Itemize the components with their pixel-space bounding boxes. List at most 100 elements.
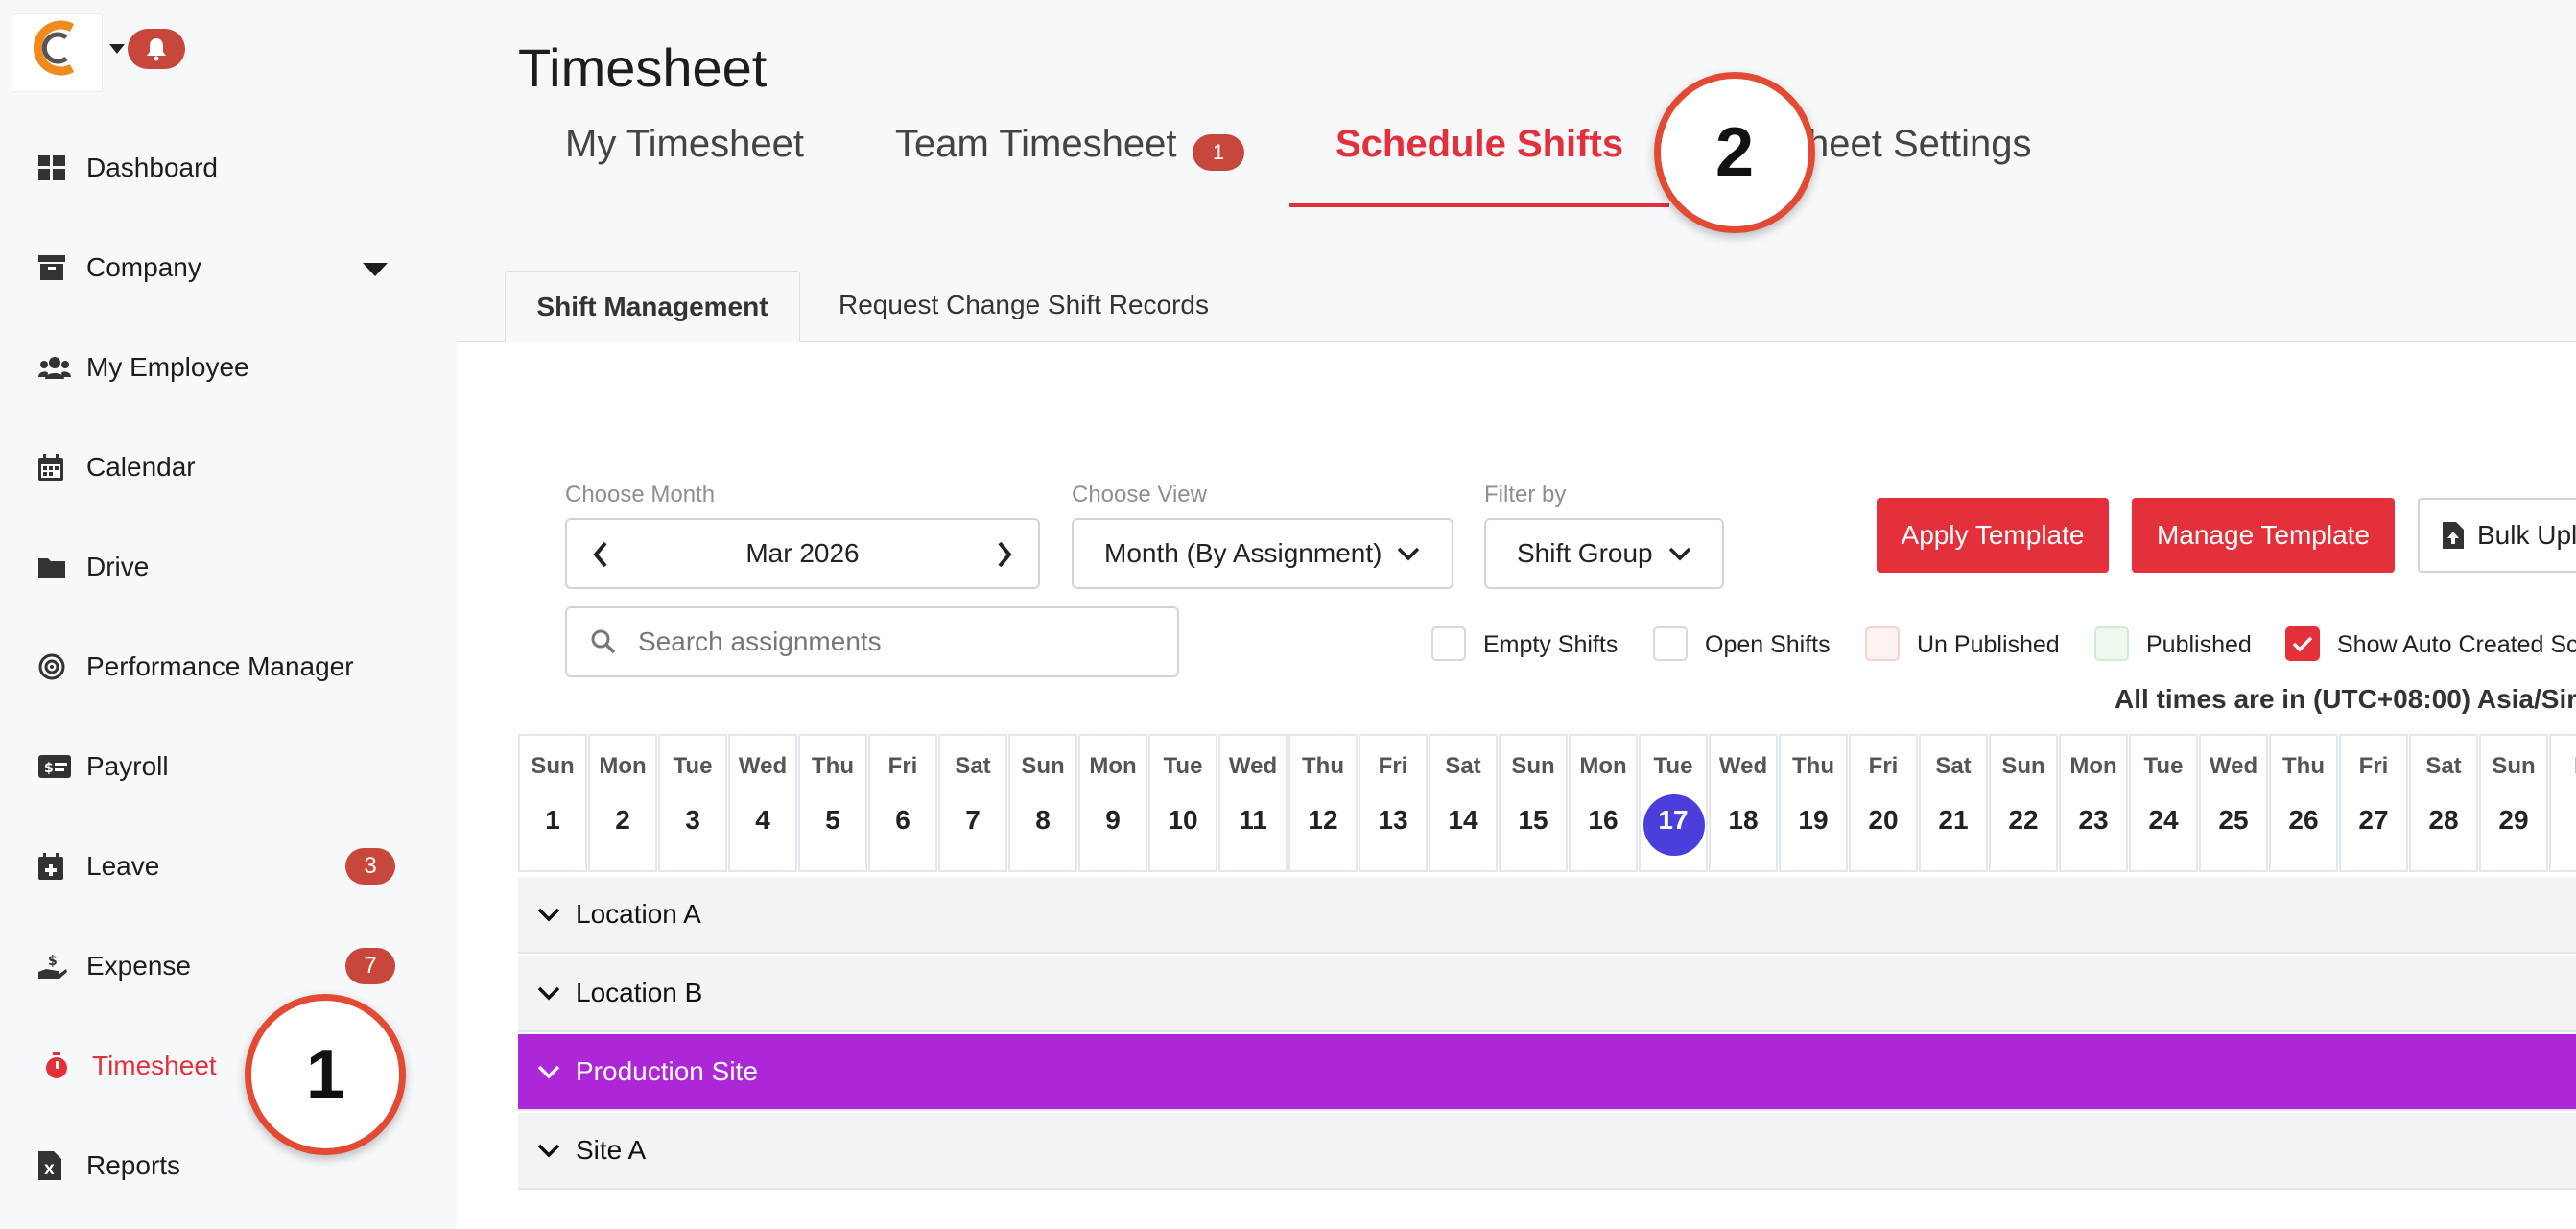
published-checkbox[interactable] <box>2094 626 2129 661</box>
logo-dropdown-icon[interactable] <box>109 44 125 54</box>
day-number: 20 <box>1868 805 1899 835</box>
calendar-day[interactable]: Wed 4 <box>728 734 797 872</box>
sidebar-item-leave[interactable]: Leave <box>38 838 159 895</box>
day-name: Sat <box>955 753 991 779</box>
shift-group-row[interactable]: Location B <box>518 956 2576 1032</box>
day-name: Sun <box>2001 753 2045 779</box>
show-auto-created-label: Show Auto Created Sch <box>2337 631 2576 658</box>
calendar-day[interactable]: M3 <box>2549 734 2576 872</box>
day-number: 6 <box>895 805 910 835</box>
tab-timesheet-settings[interactable]: heet Settings <box>1808 123 2032 166</box>
team-timesheet-badge: 1 <box>1193 134 1244 171</box>
subtab-request-change-shift-records[interactable]: Request Change Shift Records <box>839 290 1209 320</box>
calendar-day[interactable]: Sun 22 <box>1989 734 2058 872</box>
shift-group-label: Site A <box>576 1135 647 1165</box>
day-name: M <box>2551 753 2576 780</box>
day-name: Sun <box>1511 753 1555 779</box>
calendar-day[interactable]: Sun 1 <box>518 734 587 872</box>
company-logo[interactable] <box>12 13 103 92</box>
sidebar-item-performance-manager[interactable]: Performance Manager <box>38 638 354 696</box>
tab-team-timesheet[interactable]: Team Timesheet <box>895 123 1176 166</box>
tab-my-timesheet[interactable]: My Timesheet <box>565 123 804 166</box>
day-name: Tue <box>2143 753 2184 779</box>
sidebar-item-dashboard[interactable]: Dashboard <box>38 139 218 197</box>
chevron-down-icon[interactable] <box>522 1064 576 1079</box>
calendar-day[interactable]: Fri 6 <box>868 734 937 872</box>
open-shifts-checkbox[interactable] <box>1653 626 1688 661</box>
day-name: Wed <box>1228 753 1278 779</box>
filter-value: Shift Group <box>1517 538 1653 568</box>
show-auto-created-checkbox[interactable] <box>2285 626 2320 661</box>
day-number: 10 <box>1168 805 1198 835</box>
notifications-button[interactable] <box>128 29 185 69</box>
sidebar-item-my-employee[interactable]: My Employee <box>38 339 249 396</box>
filter-select[interactable]: Shift Group <box>1484 518 1724 589</box>
calendar-day[interactable]: Sat 28 <box>2409 734 2478 872</box>
subtab-shift-management[interactable]: Shift Management <box>505 271 800 342</box>
calendar-icon <box>38 451 75 484</box>
manage-template-button[interactable]: Manage Template <box>2132 498 2395 573</box>
day-name: Fri <box>1378 753 1408 779</box>
shift-group-row[interactable]: Site A <box>518 1113 2576 1190</box>
day-number: 18 <box>1728 805 1759 835</box>
calendar-day[interactable]: Tue 17 <box>1639 734 1708 872</box>
calendar-day[interactable]: Mon 23 <box>2059 734 2128 872</box>
calendar-day[interactable]: Mon 2 <box>588 734 657 872</box>
chevron-down-icon[interactable] <box>522 907 576 922</box>
calendar-day[interactable]: Sun 15 <box>1499 734 1568 872</box>
sidebar-item-payroll[interactable]: $ Payroll <box>38 738 169 795</box>
sidebar-item-reports[interactable]: X Reports <box>38 1137 180 1194</box>
calendar-day[interactable]: Thu 5 <box>798 734 867 872</box>
sidebar-item-company[interactable]: Company <box>38 239 201 296</box>
sidebar-item-drive[interactable]: Drive <box>38 538 149 596</box>
chevron-down-icon[interactable] <box>522 1143 576 1158</box>
calendar-day[interactable]: Sun 8 <box>1008 734 1077 872</box>
calendar-day[interactable]: Tue 10 <box>1148 734 1217 872</box>
view-select[interactable]: Month (By Assignment) <box>1072 518 1453 589</box>
sidebar-item-timesheet[interactable]: Timesheet <box>44 1037 217 1095</box>
day-number: 4 <box>755 805 770 835</box>
calendar-day[interactable]: Wed 18 <box>1709 734 1778 872</box>
tab-schedule-shifts[interactable]: Schedule Shifts <box>1335 123 1623 166</box>
chevron-left-icon[interactable] <box>592 541 609 575</box>
file-upload-icon <box>2443 522 2464 549</box>
apply-template-button[interactable]: Apply Template <box>1877 498 2109 573</box>
calendar-day[interactable]: Wed 11 <box>1218 734 1288 872</box>
calendar-day-strip: Sun 1 Mon 2 Tue 3 Wed 4 Thu 5 Fri 6 Sat 7 Sun 8 Mon 9 Tue 1… <box>518 734 2576 874</box>
calendar-day[interactable]: Fri 27 <box>2339 734 2408 872</box>
calendar-day[interactable]: Tue 3 <box>658 734 727 872</box>
choose-month-label: Choose Month <box>565 482 716 508</box>
calendar-day[interactable]: Thu 12 <box>1288 734 1358 872</box>
unpublished-checkbox[interactable] <box>1865 626 1900 661</box>
users-icon <box>38 351 75 384</box>
calendar-day[interactable]: Wed 25 <box>2199 734 2268 872</box>
calendar-day[interactable]: Tue 24 <box>2129 734 2198 872</box>
calendar-day[interactable]: Thu 19 <box>1779 734 1848 872</box>
calendar-day[interactable]: Fri 13 <box>1359 734 1428 872</box>
sidebar-item-calendar[interactable]: Calendar <box>38 438 196 496</box>
calendar-day[interactable]: Thu 26 <box>2269 734 2338 872</box>
stopwatch-icon <box>44 1050 81 1082</box>
calendar-day[interactable]: Mon 9 <box>1078 734 1147 872</box>
day-number: 12 <box>1308 805 1338 835</box>
calendar-day[interactable]: Mon 16 <box>1569 734 1638 872</box>
empty-shifts-checkbox[interactable] <box>1431 626 1466 661</box>
shift-group-row[interactable]: Production Site <box>518 1034 2576 1111</box>
calendar-day[interactable]: Sun 29 <box>2479 734 2548 872</box>
calendar-day[interactable]: Sat 14 <box>1429 734 1498 872</box>
day-number: 2 <box>615 805 630 835</box>
company-dropdown-icon[interactable] <box>363 263 388 276</box>
calendar-day[interactable]: Sat 7 <box>938 734 1007 872</box>
bulk-upload-button[interactable]: Bulk Upl <box>2418 498 2576 573</box>
shift-group-row[interactable]: Location A <box>518 877 2576 954</box>
chevron-down-icon[interactable] <box>522 985 576 1001</box>
day-name: Sat <box>1935 753 1972 779</box>
callout-step-2: 2 <box>1654 72 1815 233</box>
calendar-day[interactable]: Fri 20 <box>1849 734 1918 872</box>
check-icon <box>2292 636 2313 652</box>
search-input[interactable]: Search assignments <box>565 606 1179 677</box>
day-name: Wed <box>2209 753 2258 779</box>
calendar-day[interactable]: Sat 21 <box>1919 734 1988 872</box>
sidebar-item-expense[interactable]: $ Expense <box>38 937 191 995</box>
chevron-right-icon[interactable] <box>996 541 1013 575</box>
